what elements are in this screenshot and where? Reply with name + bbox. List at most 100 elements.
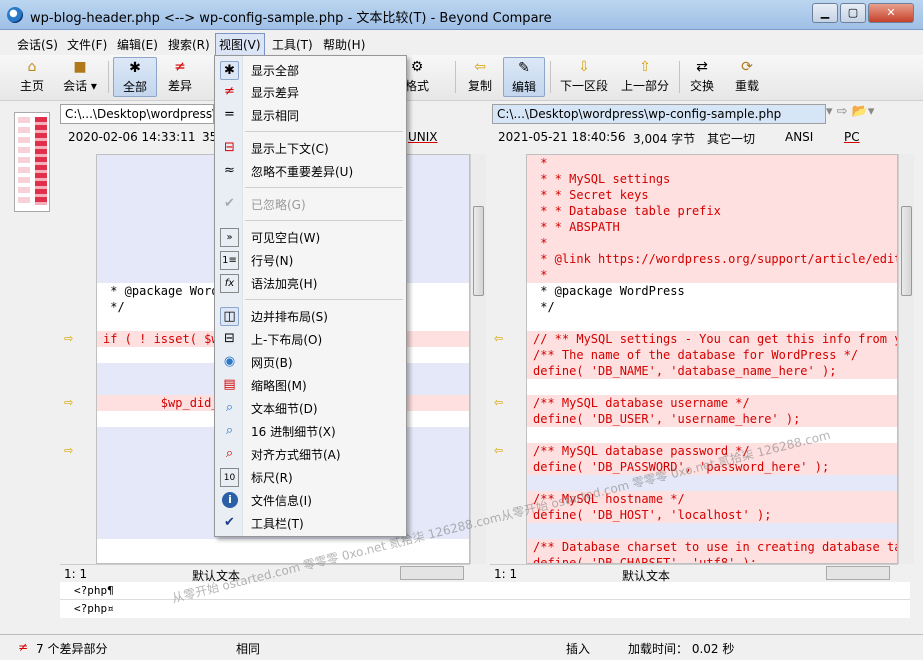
format-button[interactable]: ⚙ 格式 [403, 57, 431, 97]
left-gutter: ⇨ ⇨ ⇨ [60, 154, 96, 564]
right-encoding[interactable]: ANSI [785, 130, 813, 144]
right-lineend[interactable]: PC [844, 130, 860, 144]
menu-item-line-numbers[interactable]: 1≡ 行号(N) [217, 249, 404, 271]
copy-right-arrow-icon[interactable]: ⇨ [64, 396, 78, 409]
right-code-line[interactable]: define( 'DB_NAME', 'database_name_here' … [527, 363, 897, 379]
menu-item-ignore-unimportant[interactable]: ≈ 忽略不重要差异(U) [217, 160, 404, 182]
reload-button[interactable]: ⟳ 重载 [730, 57, 764, 97]
title-bar: wp-blog-header.php <--> wp-config-sample… [0, 0, 923, 30]
home-button[interactable]: ⌂ 主页 [14, 57, 50, 97]
left-lineend[interactable]: UNIX [408, 130, 438, 144]
copy-left-arrow-icon[interactable]: ⇦ [494, 332, 508, 345]
menu-item-file-info[interactable]: i 文件信息(I) [217, 489, 404, 511]
menu-item-show-diff[interactable]: ≠ 显示差异 [217, 81, 404, 103]
right-code-line[interactable]: * * Secret keys [527, 187, 897, 203]
right-code-line[interactable]: * * ABSPATH [527, 219, 897, 235]
right-code-line[interactable]: * @link https://wordpress.org/support/ar… [527, 251, 897, 267]
right-code-line[interactable] [527, 427, 897, 443]
briefcase-icon: ■ [73, 59, 87, 75]
left-hscrollbar[interactable] [400, 566, 464, 580]
menu-item-ruler[interactable]: 10 标尺(R) [217, 466, 404, 488]
maximize-button[interactable]: ▢ [840, 3, 866, 23]
right-other[interactable]: 其它一切 [707, 130, 755, 147]
menu-edit[interactable]: 编辑(E) [114, 35, 161, 54]
right-code-line[interactable]: /** The name of the database for WordPre… [527, 347, 897, 363]
right-code-line[interactable]: * @package WordPress [527, 283, 897, 299]
right-code-line[interactable]: * [527, 267, 897, 283]
right-code-line[interactable]: define( 'DB_CHARSET', 'utf8' ); [527, 555, 897, 563]
menu-search[interactable]: 搜索(R) [165, 35, 213, 54]
menu-bar: 会话(S) 文件(F) 编辑(E) 搜索(R) 视图(V) 工具(T) 帮助(H… [0, 31, 923, 56]
show-all-button[interactable]: ✱ 全部 [113, 57, 157, 97]
copy-button[interactable]: ⇦ 复制 [463, 57, 497, 97]
approx-icon: ≈ [224, 163, 235, 178]
arrow-left-icon: ⇦ [474, 59, 486, 75]
right-path-controls[interactable]: ▾ ⇨ 📂▾ [826, 104, 880, 124]
right-hscrollbar[interactable] [826, 566, 890, 580]
menu-item-thumbnail[interactable]: ▤ 缩略图(M) [217, 374, 404, 396]
right-code-line[interactable]: * * Database table prefix [527, 203, 897, 219]
menu-item-show-all[interactable]: ✱ 显示全部 [217, 59, 404, 81]
menu-item-side-by-side[interactable]: ◫ 边并排布局(S) [217, 305, 404, 327]
right-code-line[interactable]: * [527, 155, 897, 171]
right-code-line[interactable] [527, 523, 897, 539]
menu-item-hex-details[interactable]: ⌕ 16 进制细节(X) [217, 420, 404, 442]
left-scrollbar[interactable] [470, 154, 486, 564]
info-icon: i [222, 492, 238, 508]
close-button[interactable]: ✕ [868, 3, 914, 23]
right-code-line[interactable] [527, 379, 897, 395]
copy-left-arrow-icon[interactable]: ⇦ [494, 396, 508, 409]
window-title: wp-blog-header.php <--> wp-config-sample… [30, 11, 552, 26]
arrow-up-icon: ⇧ [639, 59, 651, 75]
right-code-line[interactable]: /** Database charset to use in creating … [527, 539, 897, 555]
session-button[interactable]: ■ 会话 ▾ [56, 57, 104, 97]
menu-item-text-details[interactable]: ⌕ 文本细节(D) [217, 397, 404, 419]
hex-details-icon: ⌕ [225, 423, 234, 438]
show-diff-button[interactable]: ≠ 差异 [160, 57, 200, 97]
menu-file[interactable]: 文件(F) [64, 35, 110, 54]
swap-button[interactable]: ⇄ 交换 [685, 57, 719, 97]
right-code-line[interactable]: */ [527, 299, 897, 315]
menu-item-context[interactable]: ⊟ 显示上下文(C) [217, 137, 404, 159]
minimize-button[interactable]: ▁ [812, 3, 838, 23]
gear-icon: ⚙ [410, 59, 424, 75]
right-code-line[interactable]: define( 'DB_HOST', 'localhost' ); [527, 507, 897, 523]
copy-left-arrow-icon[interactable]: ⇦ [494, 444, 508, 457]
right-code-line[interactable]: define( 'DB_USER', 'username_here' ); [527, 411, 897, 427]
toolbar: ⌂ 主页 ■ 会话 ▾ ✱ 全部 ≠ 差异 ⚙ 格式 ⇦ 复制 ✎ 编辑 ⇩ 下一区段 ⇧ 上一部… [0, 55, 923, 101]
over-under-icon: ⊟ [224, 331, 235, 346]
right-code-line[interactable]: // ** MySQL settings - You can get this … [527, 331, 897, 347]
thumbnail-overview[interactable] [14, 112, 50, 212]
web-icon: ◉ [223, 354, 236, 369]
menu-item-visible-whitespace[interactable]: » 可见空白(W) [217, 226, 404, 248]
app-logo-icon [7, 7, 23, 23]
right-path-input[interactable]: C:\...\Desktop\wordpress\wp-config-sampl… [492, 104, 826, 124]
copy-right-arrow-icon[interactable]: ⇨ [64, 332, 78, 345]
left-path-input[interactable]: C:\...\Desktop\wordpress\ [60, 104, 214, 124]
next-section-button[interactable]: ⇩ 下一区段 [556, 57, 612, 97]
right-code-line[interactable] [527, 315, 897, 331]
swap-icon: ⇄ [696, 59, 708, 75]
syntax-icon: fx [220, 274, 239, 293]
whitespace-icon: » [220, 228, 239, 247]
menu-item-show-same[interactable]: = 显示相同 [217, 104, 404, 126]
right-scrollbar[interactable] [898, 154, 914, 564]
left-datetime: 2020-02-06 14:33:11 [68, 130, 196, 144]
prev-section-button[interactable]: ⇧ 上一部分 [617, 57, 673, 97]
right-code-line[interactable]: * * MySQL settings [527, 171, 897, 187]
pencil-icon: ✎ [518, 60, 530, 76]
menu-item-web[interactable]: ◉ 网页(B) [217, 351, 404, 373]
menu-item-toolbar[interactable]: ✔ 工具栏(T) [217, 512, 404, 534]
menu-view[interactable]: 视图(V) [215, 33, 265, 56]
right-code-line[interactable]: * [527, 235, 897, 251]
menu-item-over-under[interactable]: ⊟ 上-下布局(O) [217, 328, 404, 350]
menu-item-syntax-highlight[interactable]: fx 语法加亮(H) [217, 272, 404, 294]
edit-button[interactable]: ✎ 编辑 [503, 57, 545, 97]
menu-tools[interactable]: 工具(T) [269, 35, 316, 54]
right-code-line[interactable]: /** MySQL database username */ [527, 395, 897, 411]
copy-right-arrow-icon[interactable]: ⇨ [64, 444, 78, 457]
menu-item-alignment-details[interactable]: ⌕ 对齐方式细节(A) [217, 443, 404, 465]
menu-help[interactable]: 帮助(H) [320, 35, 368, 54]
not-equal-icon: ≠ [224, 84, 235, 99]
menu-session[interactable]: 会话(S) [14, 35, 61, 54]
